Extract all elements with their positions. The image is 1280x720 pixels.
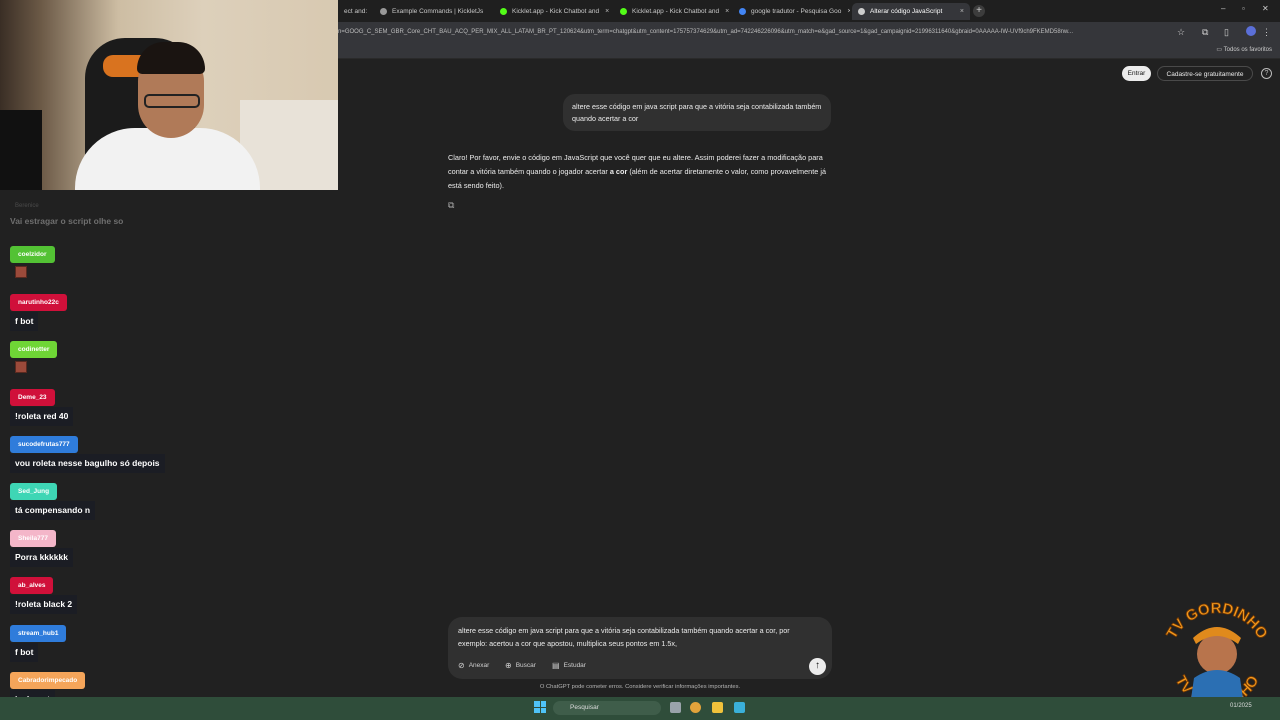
chat-username-faded: Berenice	[15, 203, 39, 209]
disclaimer: O ChatGPT pode cometer erros. Considere …	[539, 684, 741, 690]
tab-label: ect and:	[344, 8, 368, 15]
webcam-overlay	[0, 0, 338, 190]
chat-message: !roleta black 2	[10, 595, 78, 614]
chat-username: Sed_Jung	[10, 483, 58, 500]
globe-icon	[380, 8, 387, 15]
taskbar-search-label: Pesquisar	[570, 704, 599, 711]
chat-entry: narutinho22c f bot	[10, 291, 67, 331]
emote-icon	[15, 361, 27, 373]
chat-username: Sheila777	[10, 530, 56, 547]
all-bookmarks-link[interactable]: ▭ Todos os favoritos	[1216, 46, 1272, 53]
chat-username: narutinho22c	[10, 294, 67, 311]
maximize-icon[interactable]: ▫	[1242, 4, 1245, 13]
emote-icon	[15, 266, 27, 278]
chat-username: stream_hub1	[10, 625, 67, 642]
minimize-icon[interactable]: –	[1221, 4, 1225, 13]
chat-username: ab_alves	[10, 577, 54, 594]
tab-label: google tradutor - Pesquisa Goo	[751, 8, 842, 15]
book-icon: ▤	[552, 661, 560, 670]
globe-icon: ⊕	[505, 661, 512, 670]
user-message: altere esse código em java script para q…	[563, 94, 831, 131]
chat-username: Cabradorimpecado	[10, 672, 86, 689]
browser-tab[interactable]: ect and: ×	[338, 3, 372, 20]
chat-entry: codinetter	[10, 338, 58, 381]
chat-username: sucodefrutas777	[10, 436, 78, 453]
chat-message: tá compensando n	[10, 501, 96, 520]
study-label: Estudar	[563, 662, 586, 669]
new-tab-button[interactable]: +	[973, 5, 985, 17]
close-icon[interactable]: ×	[719, 8, 729, 15]
kicklet-icon	[620, 8, 627, 15]
search-label: Buscar	[515, 662, 536, 669]
google-icon	[739, 8, 746, 15]
tab-label: Example Commands | KickletJs	[392, 8, 484, 15]
extensions-icon[interactable]: ⧉	[1202, 26, 1208, 38]
close-icon[interactable]: ×	[367, 8, 372, 15]
url-field[interactable]: n=GOOG_C_SEM_GBR_Core_CHT_BAU_ACQ_PER_MI…	[338, 26, 1168, 39]
send-button[interactable]: ↑	[809, 658, 826, 675]
close-icon[interactable]: ×	[841, 8, 850, 15]
chat-message-faded: Vai estragar o script olhe so	[10, 216, 124, 226]
webcam-microphone	[0, 110, 42, 190]
folder-icon[interactable]	[712, 702, 723, 713]
app-icon[interactable]	[734, 702, 745, 713]
chat-entry: sucodefrutas777 vou roleta nesse bagulho…	[10, 433, 165, 473]
profile-avatar[interactable]	[1246, 26, 1256, 36]
taskbar-clock: 01/2025	[1230, 703, 1252, 709]
windows-start-icon[interactable]	[534, 701, 546, 713]
star-icon[interactable]: ☆	[1177, 26, 1185, 38]
attach-label: Anexar	[468, 662, 490, 669]
chat-entry: coelzidor	[10, 243, 55, 286]
task-view-icon[interactable]	[670, 702, 681, 713]
browser-tab[interactable]: Example Commands | KickletJs ×	[374, 3, 488, 20]
signup-button[interactable]: Cadastre-se gratuitamente	[1157, 66, 1253, 81]
chat-message: vou roleta nesse bagulho só depois	[10, 454, 165, 473]
chat-username: codinetter	[10, 341, 58, 358]
arrow-up-icon: ↑	[815, 660, 820, 671]
tab-label: Kicklet.app - Kick Chatbot and	[632, 8, 720, 15]
assistant-bold-text: a cor	[609, 167, 628, 176]
taskbar-search[interactable]: Pesquisar	[553, 701, 661, 715]
logo-face	[1197, 634, 1237, 674]
chat-message: !roleta red 40	[10, 407, 74, 426]
sidebar-icon[interactable]: ▯	[1224, 26, 1229, 38]
tab-label: Kicklet.app - Kick Chatbot and	[512, 8, 600, 15]
all-bookmarks-label: Todos os favoritos	[1223, 47, 1272, 53]
browser-tab[interactable]: Kicklet.app - Kick Chatbot and ×	[494, 3, 610, 20]
webcam-person-glasses	[144, 94, 200, 108]
attach-button[interactable]: ⊘ Anexar	[458, 661, 489, 670]
search-button[interactable]: ⊕ Buscar	[505, 661, 536, 670]
chat-username: Deme_23	[10, 389, 55, 406]
chat-username: coelzidor	[10, 246, 55, 263]
chatgpt-icon	[858, 8, 865, 15]
message-composer: altere esse código em java script para q…	[448, 617, 832, 679]
paperclip-icon: ⊘	[458, 661, 465, 670]
kicklet-icon	[500, 8, 507, 15]
chat-entry: Sed_Jung tá compensando n	[10, 480, 96, 520]
close-icon[interactable]: ×	[599, 8, 609, 15]
browser-tab-active[interactable]: Alterar código JavaScript ×	[852, 3, 970, 20]
chat-entry: Sheila777 Porra kkkkkk	[10, 527, 73, 567]
close-window-icon[interactable]: ✕	[1262, 4, 1269, 13]
assistant-message: Claro! Por favor, envie o código em Java…	[448, 151, 833, 193]
prompt-input[interactable]: altere esse código em java script para q…	[458, 625, 818, 650]
study-button[interactable]: ▤ Estudar	[552, 661, 586, 670]
chat-message: f bot	[10, 312, 39, 331]
help-icon[interactable]: ?	[1261, 68, 1272, 79]
login-button[interactable]: Entrar	[1122, 66, 1151, 81]
chat-message: Porra kkkkkk	[10, 548, 73, 567]
chat-entry: ab_alves !roleta black 2	[10, 574, 78, 614]
chat-entry: Deme_23 !roleta red 40	[10, 386, 74, 426]
browser-tab[interactable]: Kicklet.app - Kick Chatbot and ×	[614, 3, 730, 20]
close-icon[interactable]: ×	[954, 8, 964, 15]
chat-message: f bot	[10, 643, 39, 662]
close-icon[interactable]: ×	[483, 8, 488, 15]
chrome-icon[interactable]	[690, 702, 701, 713]
menu-icon[interactable]: ⋮	[1262, 26, 1271, 38]
tab-label: Alterar código JavaScript	[870, 8, 943, 15]
copy-icon[interactable]: ⧉	[448, 200, 458, 210]
browser-tab[interactable]: google tradutor - Pesquisa Goo ×	[733, 3, 850, 20]
chat-entry: stream_hub1 f bot	[10, 622, 67, 662]
